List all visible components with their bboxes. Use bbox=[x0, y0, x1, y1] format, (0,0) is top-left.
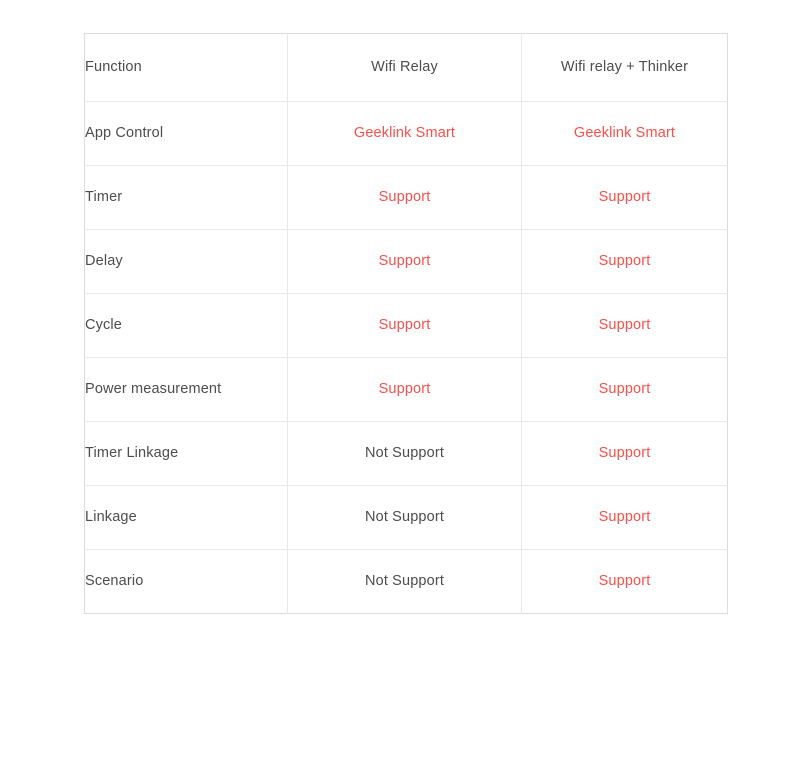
table-row: Cycle Support Support bbox=[84, 293, 728, 358]
cell-wifi-relay-value: Geeklink Smart bbox=[287, 101, 522, 166]
cell-function-name: Cycle bbox=[84, 293, 288, 358]
cell-wifi-relay-value: Support bbox=[287, 229, 522, 294]
cell-function-name: Timer bbox=[84, 165, 288, 230]
cell-wifi-relay-thinker-value: Support bbox=[521, 421, 728, 486]
header-function: Function bbox=[84, 33, 288, 102]
cell-function-name: App Control bbox=[84, 101, 288, 166]
table-row: Scenario Not Support Support bbox=[84, 549, 728, 614]
table-header-row: Function Wifi Relay Wifi relay + Thinker bbox=[84, 33, 728, 102]
header-column-b: Wifi relay + Thinker bbox=[521, 33, 728, 102]
cell-wifi-relay-value: Not Support bbox=[287, 549, 522, 614]
comparison-table-container: Function Wifi Relay Wifi relay + Thinker… bbox=[84, 33, 728, 614]
cell-wifi-relay-value: Support bbox=[287, 357, 522, 422]
cell-function-name: Scenario bbox=[84, 549, 288, 614]
cell-function-name: Timer Linkage bbox=[84, 421, 288, 486]
table-row: Timer Support Support bbox=[84, 165, 728, 230]
cell-function-name: Linkage bbox=[84, 485, 288, 550]
cell-wifi-relay-thinker-value: Support bbox=[521, 165, 728, 230]
table-body: Function Wifi Relay Wifi relay + Thinker… bbox=[84, 33, 728, 614]
table-row: App Control Geeklink Smart Geeklink Smart bbox=[84, 101, 728, 166]
header-column-a: Wifi Relay bbox=[287, 33, 522, 102]
page-root: Function Wifi Relay Wifi relay + Thinker… bbox=[0, 0, 800, 761]
table-row: Timer Linkage Not Support Support bbox=[84, 421, 728, 486]
cell-wifi-relay-value: Not Support bbox=[287, 485, 522, 550]
cell-wifi-relay-thinker-value: Support bbox=[521, 357, 728, 422]
table-row: Delay Support Support bbox=[84, 229, 728, 294]
cell-wifi-relay-thinker-value: Support bbox=[521, 229, 728, 294]
cell-wifi-relay-thinker-value: Geeklink Smart bbox=[521, 101, 728, 166]
table-row: Linkage Not Support Support bbox=[84, 485, 728, 550]
cell-function-name: Power measurement bbox=[84, 357, 288, 422]
cell-function-name: Delay bbox=[84, 229, 288, 294]
cell-wifi-relay-value: Support bbox=[287, 165, 522, 230]
cell-wifi-relay-value: Support bbox=[287, 293, 522, 358]
cell-wifi-relay-thinker-value: Support bbox=[521, 485, 728, 550]
function-comparison-table: Function Wifi Relay Wifi relay + Thinker… bbox=[84, 33, 728, 614]
cell-wifi-relay-thinker-value: Support bbox=[521, 293, 728, 358]
cell-wifi-relay-value: Not Support bbox=[287, 421, 522, 486]
cell-wifi-relay-thinker-value: Support bbox=[598, 573, 651, 590]
table-row: Power measurement Support Support bbox=[84, 357, 728, 422]
